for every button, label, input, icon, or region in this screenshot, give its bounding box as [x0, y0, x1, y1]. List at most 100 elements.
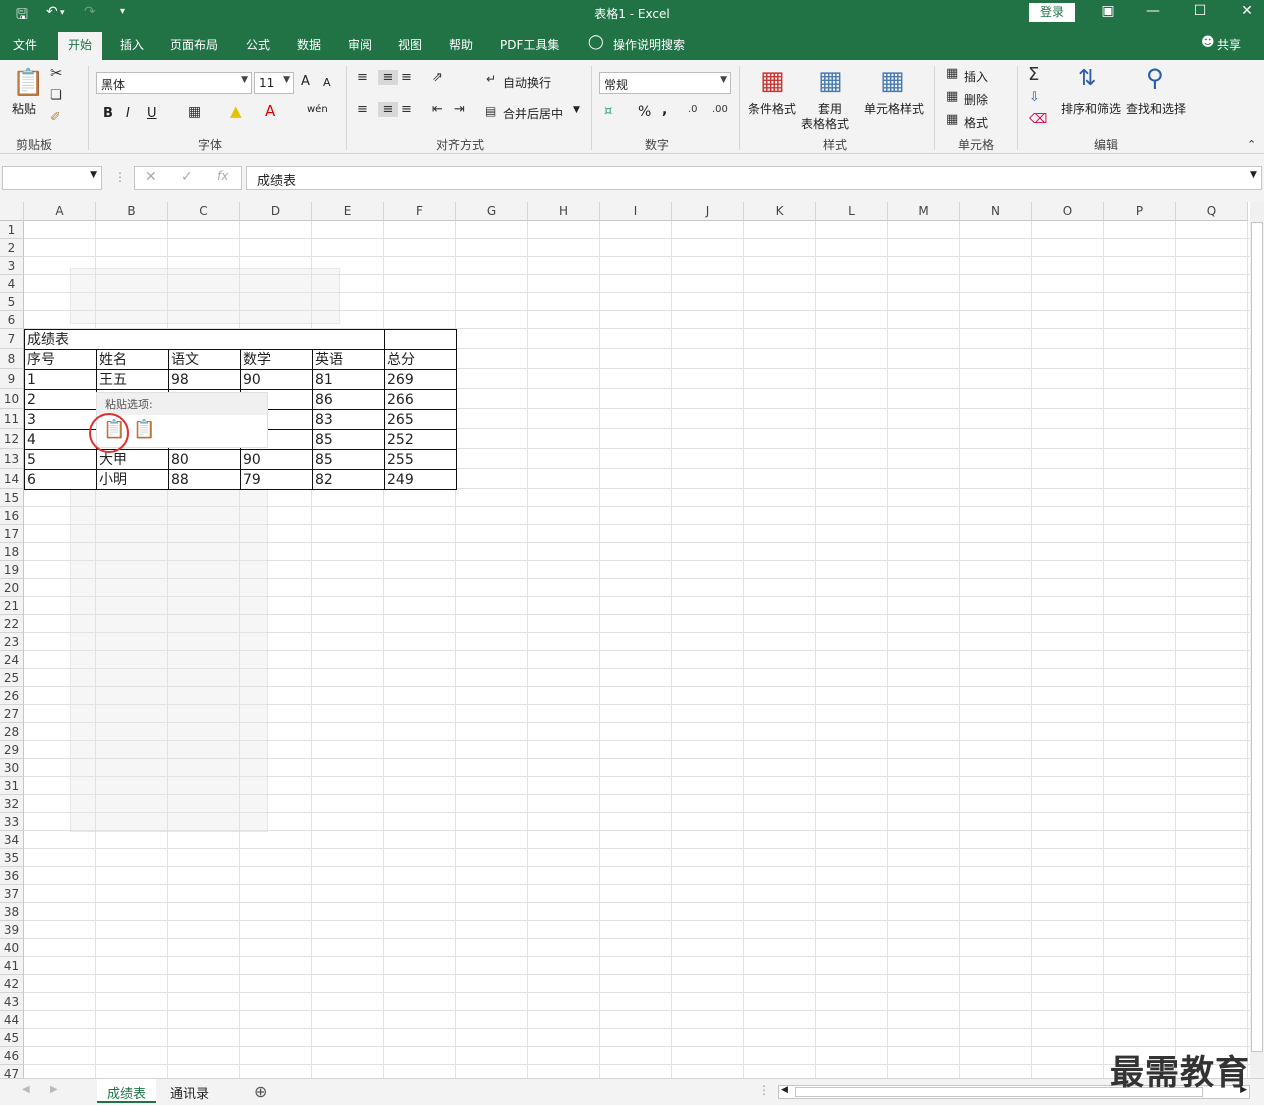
decrease-indent-icon[interactable]: ⇤	[432, 102, 443, 117]
table-cell[interactable]: 4	[24, 429, 97, 450]
prev-sheet-icon[interactable]: ◀	[22, 1084, 30, 1095]
expand-formula-icon[interactable]: ▼	[1250, 170, 1257, 180]
clear-icon[interactable]: ⌫	[1029, 112, 1047, 127]
row-header[interactable]: 35	[0, 849, 24, 867]
decrease-decimal-icon[interactable]: .00	[712, 104, 728, 115]
vertical-scrollbar[interactable]	[1250, 202, 1264, 1078]
table-cell[interactable]: 王五	[96, 369, 169, 390]
row-header[interactable]: 19	[0, 561, 24, 579]
number-format-combo[interactable]: 常规 ▼	[599, 72, 731, 94]
column-header[interactable]: P	[1104, 202, 1176, 221]
row-header[interactable]: 18	[0, 543, 24, 561]
row-header[interactable]: 17	[0, 525, 24, 543]
row-header[interactable]: 22	[0, 615, 24, 633]
row-header[interactable]: 7	[0, 329, 24, 349]
row-header[interactable]: 5	[0, 293, 24, 311]
table-cell[interactable]: 82	[312, 469, 385, 490]
align-middle-icon[interactable]: ≡	[378, 70, 398, 85]
row-header[interactable]: 36	[0, 867, 24, 885]
enter-icon[interactable]: ✓	[181, 169, 193, 185]
font-name-combo[interactable]: 黑体 ▼	[96, 72, 252, 94]
row-header[interactable]: 25	[0, 669, 24, 687]
tab-insert[interactable]: 插入	[120, 36, 144, 53]
table-cell[interactable]: 2	[24, 389, 97, 410]
row-header[interactable]: 27	[0, 705, 24, 723]
column-header[interactable]: C	[168, 202, 240, 221]
table-cell[interactable]	[384, 329, 457, 350]
login-button[interactable]: 登录	[1029, 3, 1075, 22]
close-icon[interactable]: ✕	[1232, 3, 1262, 19]
row-header[interactable]: 8	[0, 349, 24, 369]
fill-icon[interactable]: ⇩	[1029, 90, 1040, 105]
table-title-cell[interactable]: 成绩表	[24, 329, 385, 350]
ribbon-display-icon[interactable]: ▣	[1093, 3, 1123, 19]
table-cell[interactable]: 88	[168, 469, 241, 490]
row-header[interactable]: 6	[0, 311, 24, 329]
table-cell[interactable]: 98	[168, 369, 241, 390]
worksheet-grid[interactable]: A B C D E F G H I J K L M N O P Q 1 2 3 4 5 6 7 8 9 10 11 12 13 14 15 16…	[0, 202, 1250, 1078]
row-header[interactable]: 12	[0, 429, 24, 449]
column-header[interactable]: H	[528, 202, 600, 221]
row-header[interactable]: 44	[0, 1011, 24, 1029]
table-format-button[interactable]: 表格格式	[801, 115, 849, 132]
border-icon[interactable]: ▦	[188, 104, 201, 120]
insert-function-icon[interactable]: fx	[217, 169, 228, 183]
table-header-cell[interactable]: 语文	[168, 349, 241, 370]
increase-decimal-icon[interactable]: .0	[688, 104, 698, 115]
italic-button[interactable]: I	[126, 106, 130, 121]
row-header[interactable]: 23	[0, 633, 24, 651]
row-header[interactable]: 3	[0, 257, 24, 275]
row-header[interactable]: 34	[0, 831, 24, 849]
row-header[interactable]: 46	[0, 1047, 24, 1065]
insert-cells-button[interactable]: 插入	[964, 68, 988, 85]
table-cell[interactable]: 79	[240, 469, 313, 490]
row-header[interactable]: 15	[0, 489, 24, 507]
tab-review[interactable]: 审阅	[348, 36, 372, 53]
next-sheet-icon[interactable]: ▶	[50, 1084, 58, 1095]
paste-icon[interactable]: 📋	[12, 68, 44, 98]
collapse-ribbon-icon[interactable]: ⌃	[1247, 138, 1256, 151]
comma-button[interactable]: ,	[662, 102, 667, 118]
table-cell[interactable]: 265	[384, 409, 457, 430]
tab-data[interactable]: 数据	[297, 36, 321, 53]
font-color-icon[interactable]: A	[265, 102, 275, 120]
row-header[interactable]: 31	[0, 777, 24, 795]
format-painter-icon[interactable]: ✐	[50, 110, 61, 125]
row-header[interactable]: 42	[0, 975, 24, 993]
table-header-cell[interactable]: 姓名	[96, 349, 169, 370]
tab-page-layout[interactable]: 页面布局	[170, 36, 218, 53]
tab-pdf-tools[interactable]: PDF工具集	[500, 36, 559, 53]
find-select-button[interactable]: 查找和选择	[1126, 100, 1186, 117]
cell-style-button[interactable]: 单元格样式	[864, 100, 924, 117]
row-header[interactable]: 26	[0, 687, 24, 705]
row-header[interactable]: 20	[0, 579, 24, 597]
select-all-corner[interactable]	[0, 202, 24, 221]
align-bottom-icon[interactable]: ≡	[401, 70, 412, 85]
table-cell[interactable]: 81	[312, 369, 385, 390]
cancel-icon[interactable]: ✕	[145, 169, 157, 185]
scroll-left-icon[interactable]: ◀	[781, 1085, 788, 1095]
table-header-cell[interactable]: 英语	[312, 349, 385, 370]
column-header[interactable]: O	[1032, 202, 1104, 221]
row-header[interactable]: 41	[0, 957, 24, 975]
increase-indent-icon[interactable]: ⇥	[454, 102, 465, 117]
row-header[interactable]: 40	[0, 939, 24, 957]
tab-file[interactable]: 文件	[13, 36, 37, 53]
row-header[interactable]: 45	[0, 1029, 24, 1047]
row-header[interactable]: 39	[0, 921, 24, 939]
column-header[interactable]: I	[600, 202, 672, 221]
tab-formulas[interactable]: 公式	[246, 36, 270, 53]
column-header[interactable]: M	[888, 202, 960, 221]
bold-button[interactable]: B	[103, 106, 113, 121]
table-header-cell[interactable]: 序号	[24, 349, 97, 370]
keep-source-format-icon[interactable]: 📋	[103, 419, 125, 440]
underline-button[interactable]: U	[147, 106, 157, 121]
row-header[interactable]: 24	[0, 651, 24, 669]
paste-values-icon[interactable]: 📋	[133, 419, 155, 440]
table-cell[interactable]: 249	[384, 469, 457, 490]
tab-view[interactable]: 视图	[398, 36, 422, 53]
row-header[interactable]: 30	[0, 759, 24, 777]
shrink-font-button[interactable]: A	[323, 76, 331, 89]
row-header[interactable]: 14	[0, 469, 24, 489]
table-cell[interactable]: 90	[240, 449, 313, 470]
